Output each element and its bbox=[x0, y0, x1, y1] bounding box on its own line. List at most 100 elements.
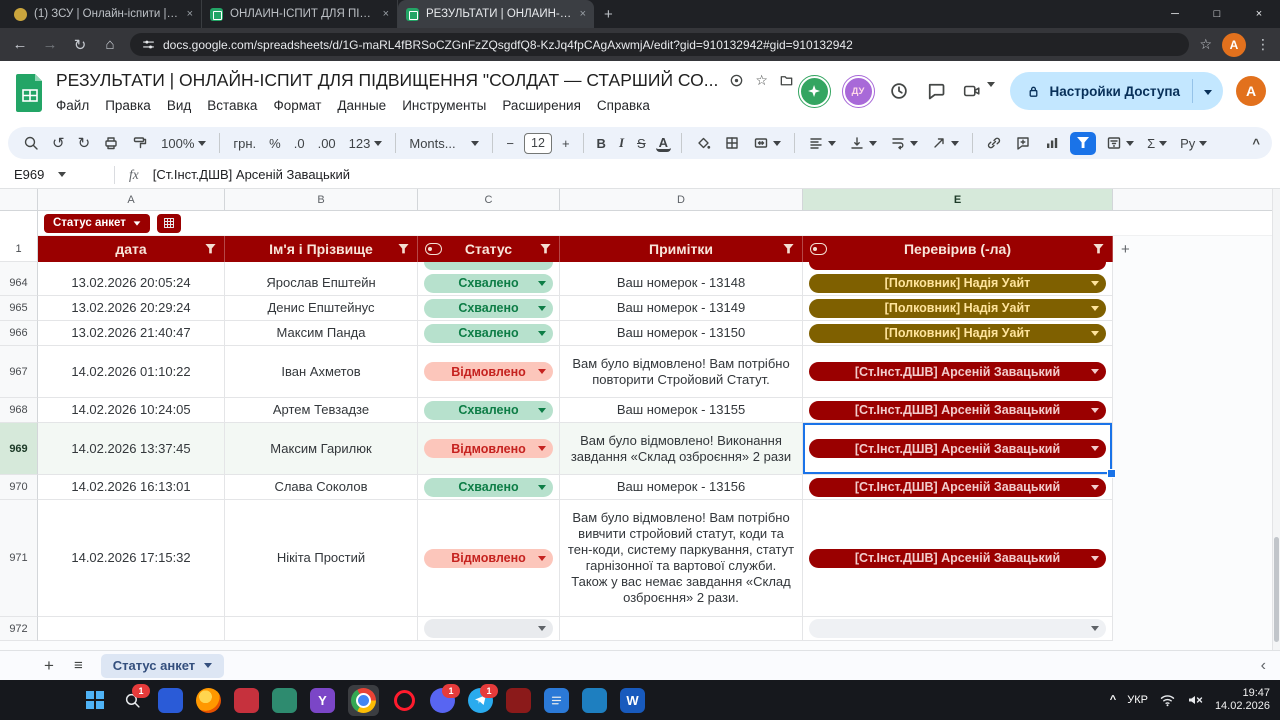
sheet-tab-active[interactable]: Статус анкет bbox=[101, 654, 224, 678]
taskbar-telegram[interactable]: 1 bbox=[468, 688, 493, 713]
header-cell-notes[interactable]: Примітки bbox=[560, 236, 803, 262]
header-cell-checker[interactable]: Перевірив (-ла) bbox=[803, 236, 1113, 262]
back-icon[interactable]: ← bbox=[10, 36, 30, 53]
taskbar-app-red[interactable] bbox=[234, 688, 259, 713]
row-number[interactable]: 966 bbox=[0, 321, 38, 346]
formula-input[interactable]: [Ст.Інст.ДШВ] Арсеній Завацький bbox=[153, 167, 350, 182]
zoom-select[interactable]: 100% bbox=[158, 134, 209, 153]
taskbar-word[interactable]: W bbox=[620, 688, 645, 713]
taskbar-search-button[interactable]: 1 bbox=[120, 688, 145, 713]
cell-checker[interactable]: [Ст.Інст.ДШВ] Арсеній Завацький bbox=[803, 475, 1113, 500]
taskbar-chrome-active[interactable] bbox=[348, 685, 379, 716]
cell-date[interactable]: 14.02.2026 16:13:01 bbox=[38, 475, 225, 500]
forward-icon[interactable]: → bbox=[40, 36, 60, 53]
text-rotation-button[interactable] bbox=[928, 133, 962, 153]
account-avatar[interactable]: A bbox=[1236, 76, 1266, 106]
share-button[interactable]: Настройки Доступа bbox=[1010, 72, 1223, 110]
search-menus-button[interactable] bbox=[20, 133, 42, 153]
cell-name[interactable]: Іван Ахметов bbox=[225, 346, 418, 398]
filter-view-chip[interactable]: Статус анкет bbox=[44, 214, 150, 233]
status-chip[interactable]: Відмовлено bbox=[424, 549, 553, 568]
language-indicator[interactable]: УКР bbox=[1127, 694, 1148, 706]
cell-name[interactable]: Нікіта Простий bbox=[225, 500, 418, 617]
cell-status[interactable]: Схвалено bbox=[418, 296, 560, 321]
cell-checker[interactable]: [Ст.Інст.ДШВ] Арсеній Завацький bbox=[803, 398, 1113, 423]
insert-link-button[interactable] bbox=[983, 133, 1005, 153]
menu-format[interactable]: Формат bbox=[265, 95, 329, 116]
merge-cells-button[interactable] bbox=[750, 133, 784, 153]
format-percent-button[interactable]: % bbox=[266, 134, 284, 153]
browser-tab-2[interactable]: ОНЛАЙН-ІСПИТ ДЛЯ ПІДВИЩ × bbox=[202, 0, 398, 28]
cell-note[interactable] bbox=[560, 617, 803, 641]
status-chip[interactable]: Схвалено bbox=[424, 478, 553, 497]
menu-help[interactable]: Справка bbox=[589, 95, 658, 116]
window-close-button[interactable]: × bbox=[1238, 0, 1280, 28]
cell-name[interactable]: Максим Гарилюк bbox=[225, 423, 418, 475]
filter-view-grid-button[interactable] bbox=[157, 214, 181, 233]
bookmark-star-icon[interactable]: ☆ bbox=[1199, 36, 1212, 53]
cell-date[interactable]: 14.02.2026 01:10:22 bbox=[38, 346, 225, 398]
wifi-icon[interactable] bbox=[1159, 693, 1176, 707]
cell-checker[interactable] bbox=[803, 617, 1113, 641]
status-chip[interactable]: Схвалено bbox=[424, 299, 553, 318]
reload-icon[interactable]: ↻ bbox=[70, 36, 90, 54]
cell-date[interactable]: 14.02.2026 17:15:32 bbox=[38, 500, 225, 617]
decrease-font-size-button[interactable]: − bbox=[503, 134, 517, 153]
version-history-icon[interactable] bbox=[887, 81, 911, 101]
presence-avatar-2[interactable]: ДУ bbox=[843, 76, 874, 107]
strikethrough-button[interactable]: S bbox=[634, 134, 649, 153]
taskbar-app-blue[interactable] bbox=[158, 688, 183, 713]
cell-note[interactable]: Ваш номерок - 13148 bbox=[560, 271, 803, 296]
filter-button-active[interactable] bbox=[1070, 132, 1096, 155]
decrease-decimals-button[interactable]: .0 bbox=[291, 134, 308, 153]
format-currency-button[interactable]: грн. bbox=[230, 134, 259, 153]
row-number[interactable]: 964 bbox=[0, 271, 38, 296]
font-select[interactable]: Monts... bbox=[406, 134, 482, 153]
url-omnibox[interactable]: docs.google.com/spreadsheets/d/1G-maRL4f… bbox=[130, 33, 1189, 56]
cell-name[interactable] bbox=[225, 617, 418, 641]
window-maximize-button[interactable]: □ bbox=[1196, 0, 1238, 28]
cell-checker[interactable]: [Полковник] Надія Уайт bbox=[803, 271, 1113, 296]
cell-checker[interactable]: [Ст.Інст.ДШВ] Арсеній Завацький bbox=[803, 346, 1113, 398]
column-header-d[interactable]: D bbox=[560, 189, 803, 210]
row-number[interactable]: 969 bbox=[0, 423, 38, 475]
cell-checker-selected[interactable]: [Ст.Інст.ДШВ] Арсеній Завацький bbox=[803, 423, 1113, 475]
row-number[interactable]: 968 bbox=[0, 398, 38, 423]
font-size-input[interactable]: 12 bbox=[524, 133, 552, 154]
bold-button[interactable]: B bbox=[594, 134, 609, 153]
row-number[interactable]: 972 bbox=[0, 617, 38, 641]
cell-date[interactable] bbox=[38, 617, 225, 641]
status-chip-empty[interactable] bbox=[424, 619, 553, 638]
status-chip-partial[interactable] bbox=[424, 262, 553, 270]
row-number[interactable]: 967 bbox=[0, 346, 38, 398]
text-color-button[interactable]: A bbox=[656, 135, 671, 152]
status-chip[interactable]: Відмовлено bbox=[424, 439, 553, 458]
cell-date[interactable]: 14.02.2026 13:37:45 bbox=[38, 423, 225, 475]
menu-edit[interactable]: Правка bbox=[97, 95, 159, 116]
number-format-button[interactable]: 123 bbox=[346, 134, 386, 153]
taskbar-notepad[interactable] bbox=[544, 688, 569, 713]
checker-chip[interactable]: [Ст.Інст.ДШВ] Арсеній Завацький bbox=[809, 401, 1106, 420]
browser-profile-avatar[interactable]: A bbox=[1222, 33, 1246, 57]
collapse-toolbar-button[interactable]: ^ bbox=[1252, 136, 1260, 151]
taskbar-discord[interactable]: 1 bbox=[430, 688, 455, 713]
start-button[interactable] bbox=[82, 688, 107, 713]
cell-note[interactable]: Ваш номерок - 13149 bbox=[560, 296, 803, 321]
print-button[interactable] bbox=[100, 133, 122, 153]
text-wrap-button[interactable] bbox=[887, 133, 921, 153]
chevron-left-icon[interactable]: ‹ bbox=[1261, 657, 1266, 675]
checker-chip[interactable]: [Полковник] Надія Уайт bbox=[809, 299, 1106, 318]
cell-date[interactable]: 13.02.2026 20:05:24 bbox=[38, 271, 225, 296]
home-icon[interactable]: ⌂ bbox=[100, 36, 120, 53]
undo-button[interactable]: ↺ bbox=[49, 132, 68, 154]
input-tools-button[interactable]: Ру bbox=[1177, 134, 1210, 153]
cell-note[interactable]: Ваш номерок - 13150 bbox=[560, 321, 803, 346]
cell-name[interactable]: Максим Панда bbox=[225, 321, 418, 346]
select-all-corner[interactable] bbox=[0, 189, 38, 210]
cell-status[interactable]: Схвалено bbox=[418, 321, 560, 346]
row-number[interactable]: 1 bbox=[0, 236, 38, 262]
paint-format-button[interactable] bbox=[129, 133, 151, 153]
cell-status[interactable]: Схвалено bbox=[418, 475, 560, 500]
cell-note[interactable]: Вам було відмовлено! Вам потрібно повтор… bbox=[560, 346, 803, 398]
taskbar-yandex[interactable]: Y bbox=[310, 688, 335, 713]
